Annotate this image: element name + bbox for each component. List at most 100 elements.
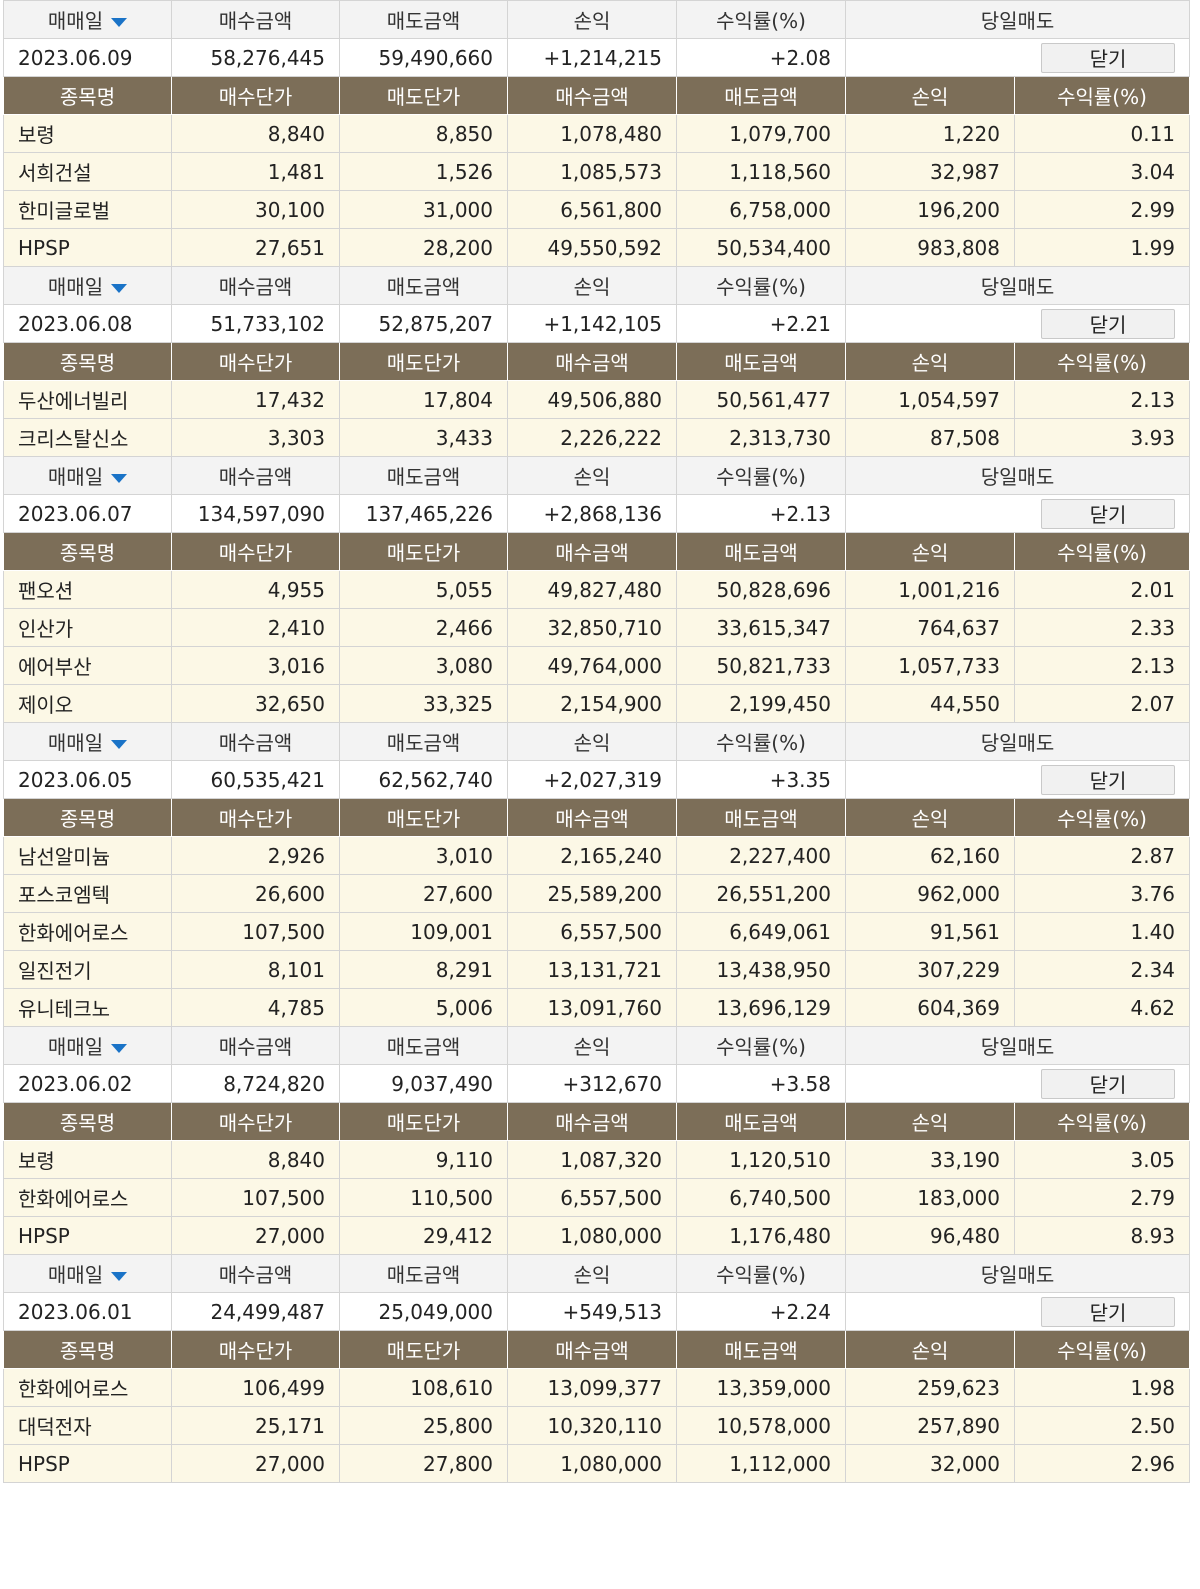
close-button[interactable]: 닫기 xyxy=(1041,1296,1176,1327)
stock-return-rate: 2.33 xyxy=(1013,608,1191,647)
stock-buy-amount-header: 매수금액 xyxy=(507,1102,677,1141)
sell-amount-header: 매도금액 xyxy=(339,456,508,495)
stock-row[interactable]: 한화에어로스 107,500 109,001 6,557,500 6,649,0… xyxy=(3,912,1191,951)
trade-date-sort-header[interactable]: 매매일 xyxy=(3,722,172,761)
sell-amount-header: 매도금액 xyxy=(339,722,508,761)
close-button[interactable]: 닫기 xyxy=(1041,1068,1176,1099)
return-rate-header: 수익률(%) xyxy=(676,722,846,761)
stock-buy-price: 27,000 xyxy=(171,1216,340,1255)
stock-row[interactable]: 서희건설 1,481 1,526 1,085,573 1,118,560 32,… xyxy=(3,152,1191,191)
day-sell-amount: 62,562,740 xyxy=(339,760,508,799)
stock-profit: 32,987 xyxy=(845,152,1015,191)
stock-buy-price: 4,955 xyxy=(171,570,340,609)
stock-sell-price: 25,800 xyxy=(339,1406,508,1445)
sort-down-icon[interactable] xyxy=(111,1044,128,1053)
sort-down-icon[interactable] xyxy=(111,18,128,27)
stock-row[interactable]: 제이오 32,650 33,325 2,154,900 2,199,450 44… xyxy=(3,684,1191,723)
close-button[interactable]: 닫기 xyxy=(1041,764,1176,795)
stock-row[interactable]: 포스코엠텍 26,600 27,600 25,589,200 26,551,20… xyxy=(3,874,1191,913)
stock-row[interactable]: 한화에어로스 106,499 108,610 13,099,377 13,359… xyxy=(3,1368,1191,1407)
day-header-row: 매매일 매수금액 매도금액 손익 수익률(%) 당일매도 xyxy=(3,722,1191,761)
day-sell-amount: 52,875,207 xyxy=(339,304,508,343)
stock-row[interactable]: 일진전기 8,101 8,291 13,131,721 13,438,950 3… xyxy=(3,950,1191,989)
trade-date-label: 매매일 xyxy=(47,465,104,489)
stock-row[interactable]: 팬오션 4,955 5,055 49,827,480 50,828,696 1,… xyxy=(3,570,1191,609)
close-button[interactable]: 닫기 xyxy=(1041,42,1176,73)
sort-down-icon[interactable] xyxy=(111,1272,128,1281)
sort-down-icon[interactable] xyxy=(111,474,128,483)
trade-date-sort-header[interactable]: 매매일 xyxy=(3,266,172,305)
stock-return-rate: 2.87 xyxy=(1013,836,1191,875)
stock-buy-price: 107,500 xyxy=(171,912,340,951)
stock-sell-amount: 13,438,950 xyxy=(676,950,846,989)
buy-amount-header: 매수금액 xyxy=(171,456,340,495)
stock-row[interactable]: HPSP 27,000 27,800 1,080,000 1,112,000 3… xyxy=(3,1444,1191,1483)
stock-sell-price: 5,006 xyxy=(339,988,508,1027)
stock-sell-amount: 50,561,477 xyxy=(676,380,846,419)
stock-row[interactable]: 남선알미늄 2,926 3,010 2,165,240 2,227,400 62… xyxy=(3,836,1191,875)
trade-date-sort-header[interactable]: 매매일 xyxy=(3,1254,172,1293)
trade-date-label: 매매일 xyxy=(47,1035,104,1059)
return-rate-header: 수익률(%) xyxy=(676,1254,846,1293)
stock-row[interactable]: 보령 8,840 9,110 1,087,320 1,120,510 33,19… xyxy=(3,1140,1191,1179)
stock-sell-amount: 1,118,560 xyxy=(676,152,846,191)
close-button[interactable]: 닫기 xyxy=(1041,308,1176,339)
day-return-rate: +2.13 xyxy=(676,494,846,533)
trade-date-sort-header[interactable]: 매매일 xyxy=(3,0,172,39)
sell-price-header: 매도단가 xyxy=(339,342,508,381)
sort-down-icon[interactable] xyxy=(111,740,128,749)
day-summary-row: 2023.06.08 51,733,102 52,875,207 +1,142,… xyxy=(3,304,1191,343)
stock-row[interactable]: 인산가 2,410 2,466 32,850,710 33,615,347 76… xyxy=(3,608,1191,647)
trade-date-sort-header[interactable]: 매매일 xyxy=(3,456,172,495)
stock-buy-price: 3,303 xyxy=(171,418,340,457)
stock-sell-price: 5,055 xyxy=(339,570,508,609)
stock-buy-price: 4,785 xyxy=(171,988,340,1027)
stock-name: 한화에어로스 xyxy=(3,912,172,951)
stock-row[interactable]: 두산에너빌리 17,432 17,804 49,506,880 50,561,4… xyxy=(3,380,1191,419)
stock-profit: 1,001,216 xyxy=(845,570,1015,609)
stock-row[interactable]: 보령 8,840 8,850 1,078,480 1,079,700 1,220… xyxy=(3,114,1191,153)
same-day-sell-cell: 닫기 xyxy=(844,304,1191,343)
stock-buy-amount: 49,827,480 xyxy=(507,570,677,609)
stock-return-rate: 2.79 xyxy=(1013,1178,1191,1217)
stock-name-header: 종목명 xyxy=(3,76,172,115)
stock-row[interactable]: 에어부산 3,016 3,080 49,764,000 50,821,733 1… xyxy=(3,646,1191,685)
stock-buy-price: 32,650 xyxy=(171,684,340,723)
stock-buy-price: 106,499 xyxy=(171,1368,340,1407)
sell-price-header: 매도단가 xyxy=(339,1330,508,1369)
stock-return-rate: 3.76 xyxy=(1013,874,1191,913)
stock-profit: 87,508 xyxy=(845,418,1015,457)
stock-row[interactable]: HPSP 27,651 28,200 49,550,592 50,534,400… xyxy=(3,228,1191,267)
sort-down-icon[interactable] xyxy=(111,284,128,293)
stock-row[interactable]: HPSP 27,000 29,412 1,080,000 1,176,480 9… xyxy=(3,1216,1191,1255)
stock-return-rate: 1.40 xyxy=(1013,912,1191,951)
trade-date-label: 매매일 xyxy=(47,731,104,755)
day-profit: +2,868,136 xyxy=(507,494,677,533)
return-rate-header: 수익률(%) xyxy=(676,456,846,495)
day-return-rate: +2.24 xyxy=(676,1292,846,1331)
stock-sell-price: 8,291 xyxy=(339,950,508,989)
stock-sell-amount: 13,696,129 xyxy=(676,988,846,1027)
stock-row[interactable]: 유니테크노 4,785 5,006 13,091,760 13,696,129 … xyxy=(3,988,1191,1027)
stock-row[interactable]: 한미글로벌 30,100 31,000 6,561,800 6,758,000 … xyxy=(3,190,1191,229)
profit-header: 손익 xyxy=(507,722,677,761)
stock-name: 두산에너빌리 xyxy=(3,380,172,419)
stock-sell-amount: 1,112,000 xyxy=(676,1444,846,1483)
buy-amount-header: 매수금액 xyxy=(171,0,340,39)
day-summary-row: 2023.06.02 8,724,820 9,037,490 +312,670 … xyxy=(3,1064,1191,1103)
trade-date-sort-header[interactable]: 매매일 xyxy=(3,1026,172,1065)
stock-sell-amount: 2,199,450 xyxy=(676,684,846,723)
day-buy-amount: 51,733,102 xyxy=(171,304,340,343)
stock-buy-price: 27,651 xyxy=(171,228,340,267)
stock-sell-amount: 13,359,000 xyxy=(676,1368,846,1407)
same-day-sell-cell: 닫기 xyxy=(844,38,1191,77)
stock-row[interactable]: 크리스탈신소 3,303 3,433 2,226,222 2,313,730 8… xyxy=(3,418,1191,457)
stock-buy-price: 8,101 xyxy=(171,950,340,989)
trade-date: 2023.06.02 xyxy=(3,1064,172,1103)
close-button[interactable]: 닫기 xyxy=(1041,498,1176,529)
stock-row[interactable]: 한화에어로스 107,500 110,500 6,557,500 6,740,5… xyxy=(3,1178,1191,1217)
stock-row[interactable]: 대덕전자 25,171 25,800 10,320,110 10,578,000… xyxy=(3,1406,1191,1445)
trade-date: 2023.06.01 xyxy=(3,1292,172,1331)
same-day-sell-header: 당일매도 xyxy=(844,1254,1191,1293)
stock-sell-amount: 10,578,000 xyxy=(676,1406,846,1445)
